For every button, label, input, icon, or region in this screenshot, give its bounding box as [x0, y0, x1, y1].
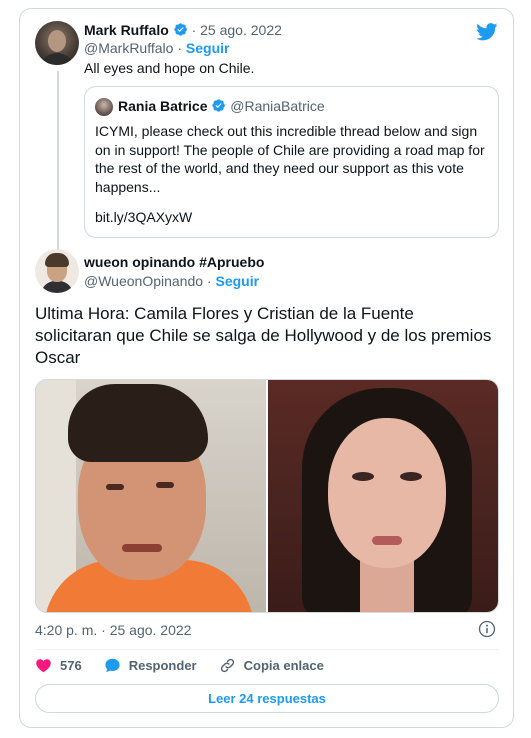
- quoted-tweet-card[interactable]: Rania Batrice @RaniaBatrice ICYMI, pleas…: [84, 86, 499, 238]
- quoted-author-handle: @RaniaBatrice: [230, 98, 325, 114]
- tweet-timestamp[interactable]: 4:20 p. m. · 25 ago. 2022: [35, 621, 191, 639]
- likes-count: 576: [60, 657, 82, 673]
- photo-hair: [68, 384, 208, 462]
- parent-tweet-header: Mark Ruffalo · 25 ago. 2022: [84, 21, 282, 39]
- avatar-wueon-opinando[interactable]: [35, 249, 79, 293]
- verified-badge-icon: [212, 99, 226, 112]
- photo-woman[interactable]: [268, 380, 498, 612]
- quoted-tweet-header: Rania Batrice @RaniaBatrice: [118, 97, 325, 115]
- quoted-tweet-link[interactable]: bit.ly/3QAXyxW: [95, 208, 192, 226]
- author-handle[interactable]: @MarkRuffalo: [84, 40, 173, 56]
- parent-tweet-subheader: @MarkRuffalo · Seguir: [84, 39, 229, 57]
- reply-label: Responder: [128, 657, 197, 673]
- info-icon[interactable]: [478, 620, 496, 638]
- actions-divider: [35, 649, 499, 650]
- photo-mouth: [372, 536, 402, 545]
- author-display-name[interactable]: wueon opinando #Apruebo: [84, 254, 264, 270]
- photo-eye: [156, 482, 174, 488]
- main-tweet-text: Ultima Hora: Camila Flores y Cristian de…: [35, 304, 492, 367]
- copy-link-label: Copia enlace: [243, 657, 324, 673]
- subheader-separator: ·: [206, 273, 212, 289]
- tweet-embed-card: Mark Ruffalo · 25 ago. 2022 @MarkRuffalo…: [19, 8, 514, 728]
- photo-eye: [106, 484, 124, 490]
- link-icon: [220, 658, 234, 672]
- parent-tweet-text: All eyes and hope on Chile.: [84, 60, 255, 76]
- follow-link[interactable]: Seguir: [216, 273, 260, 289]
- tweet-media-grid[interactable]: [35, 379, 499, 613]
- header-separator: ·: [191, 22, 197, 38]
- main-tweet-subheader: @WueonOpinando · Seguir: [84, 272, 259, 290]
- author-handle[interactable]: @WueonOpinando: [84, 273, 203, 289]
- avatar-body: [41, 281, 73, 293]
- tweet-actions-bar: 576 Responder Copia enlace: [35, 655, 346, 675]
- thread-connector-line: [57, 71, 59, 251]
- follow-link[interactable]: Seguir: [186, 40, 230, 56]
- author-display-name[interactable]: Mark Ruffalo: [84, 22, 169, 38]
- avatar-mark-ruffalo[interactable]: [35, 21, 79, 65]
- reply-button[interactable]: Responder: [104, 657, 197, 674]
- reply-bubble-icon: [105, 658, 120, 672]
- photo-man[interactable]: [36, 380, 266, 612]
- read-replies-button[interactable]: Leer 24 respuestas: [35, 684, 499, 713]
- twitter-bird-icon[interactable]: [476, 23, 498, 41]
- avatar-face: [48, 30, 66, 52]
- like-button[interactable]: 576: [35, 657, 82, 674]
- verified-badge-icon: [174, 23, 187, 36]
- quoted-author-name: Rania Batrice: [118, 98, 208, 114]
- subheader-separator: ·: [177, 40, 182, 56]
- photo-face: [328, 418, 446, 568]
- tweet-date[interactable]: 25 ago. 2022: [200, 22, 282, 38]
- heart-icon: [36, 658, 51, 672]
- copy-link-button[interactable]: Copia enlace: [219, 657, 324, 674]
- photo-eye: [352, 472, 374, 481]
- avatar-rania-batrice: [95, 98, 113, 116]
- photo-mouth: [122, 544, 162, 552]
- photo-eye: [400, 472, 422, 481]
- main-tweet-header: wueon opinando #Apruebo: [84, 253, 264, 271]
- quoted-tweet-text: ICYMI, please check out this incredible …: [95, 123, 485, 195]
- avatar-hair: [45, 253, 69, 267]
- avatar-shirt: [39, 53, 75, 65]
